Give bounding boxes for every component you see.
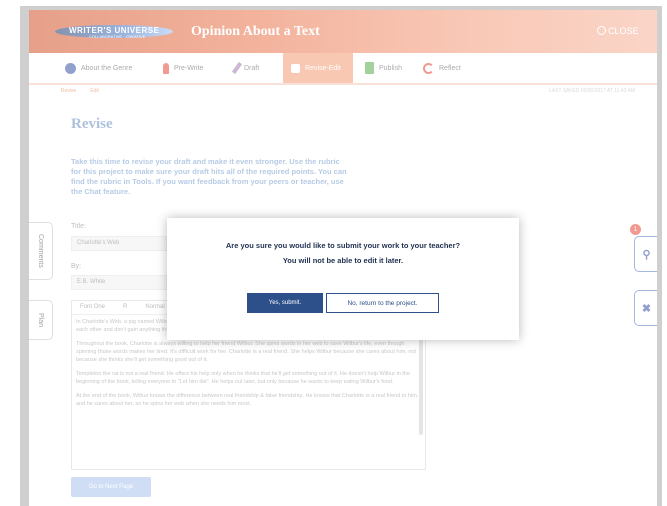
return-to-project-button[interactable]: No, return to the project. [326,293,439,313]
dialog-warning-text: You will not be able to edit it later. [282,256,404,265]
yes-submit-button[interactable]: Yes, submit. [247,293,323,313]
submit-confirm-dialog: Are you sure you would like to submit yo… [167,218,519,340]
dialog-question-text: Are you sure you would like to submit yo… [225,241,461,250]
dialog-question: Are you sure you would like to submit yo… [167,238,519,268]
app-window: WRITER'S UNIVERSE COLLABORATIVE · CREATI… [29,10,657,506]
